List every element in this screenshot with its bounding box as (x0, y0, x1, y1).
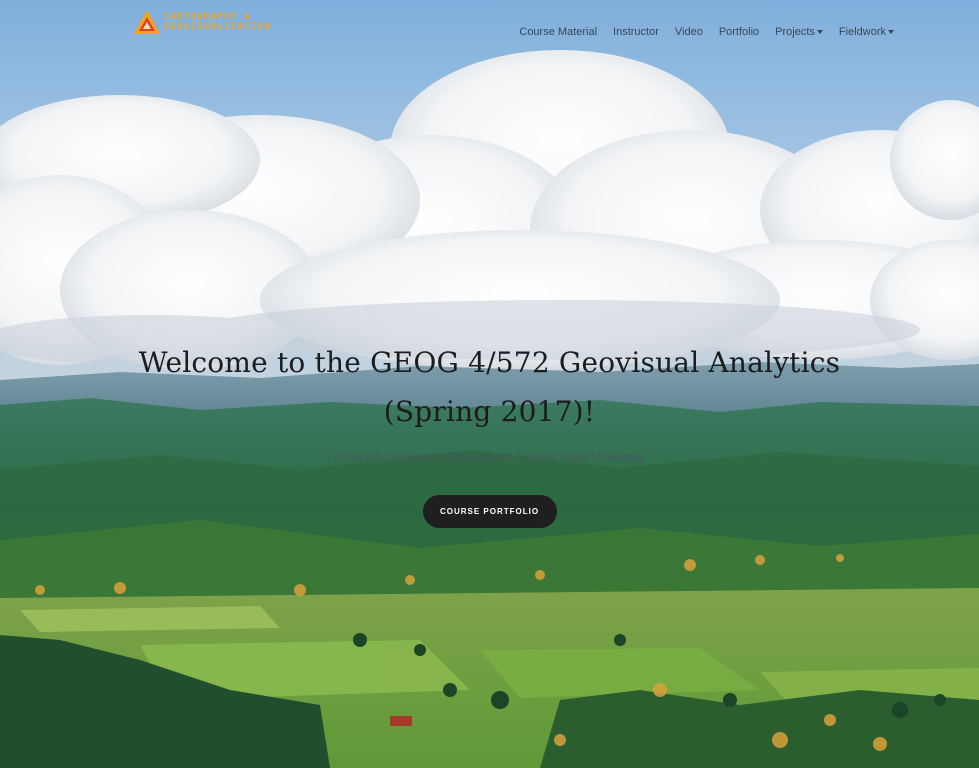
caret-down-icon (816, 30, 823, 35)
nav-item-portfolio[interactable]: Portfolio (719, 26, 759, 38)
nav-item-fieldwork[interactable]: Fieldwork (839, 26, 894, 38)
hero-title: Welcome to the GEOG 4/572 Geovisual Anal… (138, 346, 841, 428)
nav-item-video[interactable]: Video (675, 26, 703, 38)
hero-subtitle: From the Geography Department, Oregon St… (334, 450, 645, 464)
nav-item-fieldwork-label: Fieldwork (838, 26, 886, 38)
brand-line-1: CARTOGRAPHY & (164, 12, 252, 22)
nav-item-instructor[interactable]: Instructor (613, 26, 659, 38)
brand-text: CARTOGRAPHY & GEOVISUALIZATION (164, 12, 271, 32)
brand-line-2: GEOVISUALIZATION (164, 22, 272, 32)
triangle-logo-icon (134, 10, 160, 34)
top-navbar: CARTOGRAPHY & GEOVISUALIZATION Course Ma… (0, 0, 979, 52)
nav-item-projects-label: Projects (775, 26, 815, 38)
hero-content: Welcome to the GEOG 4/572 Geovisual Anal… (0, 338, 979, 528)
brand-link[interactable]: CARTOGRAPHY & GEOVISUALIZATION (133, 8, 271, 36)
nav-item-course-material[interactable]: Course Material (519, 26, 597, 38)
hero-section: CARTOGRAPHY & GEOVISUALIZATION Course Ma… (0, 0, 979, 768)
caret-down-icon (888, 30, 894, 35)
nav-menu: Course Material Instructor Video Portfol… (519, 20, 894, 39)
nav-item-projects[interactable]: Projects (775, 26, 823, 38)
course-portfolio-button[interactable]: COURSE PORTFOLIO (422, 495, 557, 528)
